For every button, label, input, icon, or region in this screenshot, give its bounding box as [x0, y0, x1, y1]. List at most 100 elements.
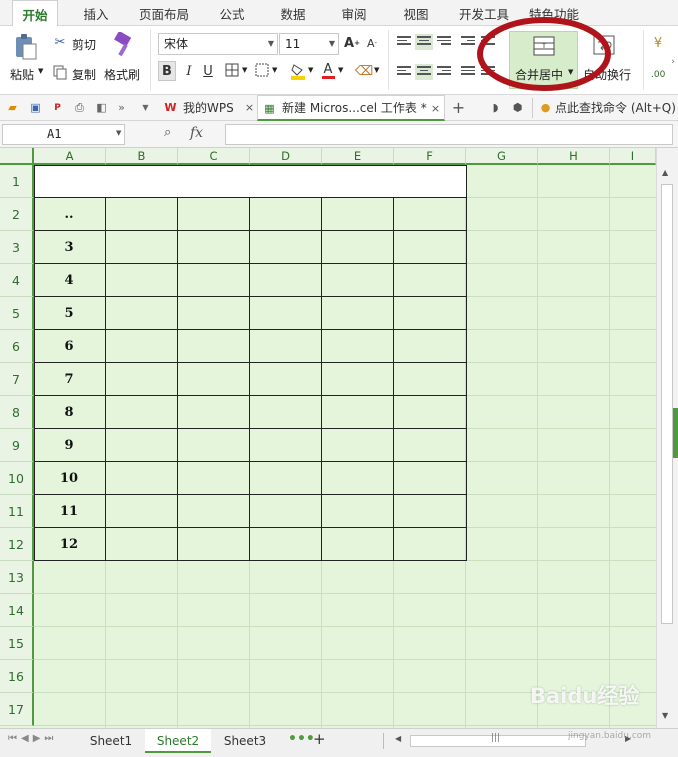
- column-header[interactable]: C: [178, 148, 250, 165]
- format-painter-button[interactable]: 格式刷: [104, 66, 140, 83]
- align-center-icon[interactable]: [415, 64, 433, 80]
- scissors-icon[interactable]: ✂: [52, 34, 68, 50]
- row-header[interactable]: 15: [0, 627, 34, 660]
- sheet-tab-1[interactable]: Sheet1: [80, 729, 142, 753]
- column-header[interactable]: E: [322, 148, 394, 165]
- select-all-corner[interactable]: [0, 148, 34, 165]
- vertical-scrollbar[interactable]: ▲ ▼: [656, 148, 678, 728]
- border-icon[interactable]: [224, 62, 240, 78]
- format-painter-icon[interactable]: [110, 31, 136, 59]
- more-sheets-icon[interactable]: •••: [288, 731, 315, 747]
- column-header[interactable]: A: [34, 148, 106, 165]
- row-header[interactable]: 9: [0, 429, 34, 462]
- paste-dropdown-icon[interactable]: ▼: [38, 67, 43, 75]
- cell-a-value[interactable]: 12: [34, 528, 104, 561]
- align-bottom-icon[interactable]: [437, 36, 451, 48]
- row-header[interactable]: 7: [0, 363, 34, 396]
- align-top-icon[interactable]: [397, 36, 411, 48]
- merge-style-icon[interactable]: [254, 62, 270, 78]
- row-header[interactable]: 17: [0, 693, 34, 726]
- row-header[interactable]: 10: [0, 462, 34, 495]
- cell-a-value[interactable]: 9: [34, 429, 104, 462]
- column-header[interactable]: F: [394, 148, 466, 165]
- fx-icon[interactable]: fx: [190, 125, 203, 141]
- chevron-down-icon[interactable]: ▼: [338, 66, 343, 74]
- row-header[interactable]: 6: [0, 330, 34, 363]
- chevron-down-icon[interactable]: ▼: [374, 66, 379, 74]
- row-header[interactable]: 14: [0, 594, 34, 627]
- row-header[interactable]: 11: [0, 495, 34, 528]
- align-justify-icon[interactable]: [461, 66, 475, 78]
- chevron-down-icon[interactable]: ▼: [242, 66, 247, 74]
- chevron-down-icon[interactable]: ▼: [138, 100, 153, 115]
- align-left-icon[interactable]: [397, 66, 411, 78]
- tab-formula[interactable]: 公式: [214, 0, 250, 26]
- scroll-down-icon[interactable]: ▼: [662, 711, 668, 720]
- column-header[interactable]: G: [466, 148, 538, 165]
- paste-icon[interactable]: [12, 32, 40, 62]
- decrease-indent-icon[interactable]: [461, 36, 475, 48]
- chevron-down-icon[interactable]: ▼: [308, 66, 313, 74]
- merged-cell-a1-f1[interactable]: [34, 165, 467, 198]
- tab-my-wps[interactable]: 我的WPS: [179, 96, 234, 120]
- chevron-down-icon[interactable]: ▼: [272, 66, 277, 74]
- scroll-left-icon[interactable]: ◀: [395, 734, 401, 743]
- column-header[interactable]: I: [610, 148, 656, 165]
- row-header[interactable]: 5: [0, 297, 34, 330]
- print-icon[interactable]: ⎙: [72, 100, 87, 115]
- pdf-icon[interactable]: P: [50, 100, 65, 115]
- cloud-icon[interactable]: ⬢: [510, 100, 525, 115]
- cell-a-value[interactable]: 4: [34, 264, 104, 297]
- clear-format-icon[interactable]: ⌫: [355, 61, 373, 81]
- cell-a-value[interactable]: 10: [34, 462, 104, 495]
- font-color-icon[interactable]: A: [320, 61, 336, 81]
- copy-icon[interactable]: [52, 64, 68, 80]
- back-icon[interactable]: ◗: [488, 100, 503, 115]
- tab-view[interactable]: 视图: [398, 0, 434, 26]
- sheet-nav-icons[interactable]: ⏮◀▶⏭: [8, 733, 57, 744]
- tab-data[interactable]: 数据: [275, 0, 311, 26]
- sheet-grid[interactable]: A B C D E F G H I 1 2 3 4 5 6 7 8 9 10 11 12 13 14 15 16 17.. 3 4 5 6…: [0, 148, 656, 728]
- number-format-icon[interactable]: ¥: [651, 35, 665, 51]
- font-name-dropdown[interactable]: 宋体 ▼: [158, 33, 278, 55]
- column-header[interactable]: D: [250, 148, 322, 165]
- column-header[interactable]: H: [538, 148, 610, 165]
- vertical-scroll-thumb[interactable]: [661, 184, 673, 624]
- decimal-hint[interactable]: .00: [651, 70, 665, 80]
- decrease-font-icon[interactable]: A-: [364, 34, 380, 52]
- sheet-tab-3[interactable]: Sheet3: [214, 729, 276, 753]
- folder-icon[interactable]: ▰: [5, 100, 20, 115]
- row-header[interactable]: 3: [0, 231, 34, 264]
- find-command-search[interactable]: 点此查找命令 (Alt+Q): [551, 96, 676, 120]
- cell-a-value[interactable]: ..: [34, 198, 104, 231]
- add-sheet-icon[interactable]: +: [313, 730, 326, 748]
- row-header[interactable]: 1: [0, 165, 34, 198]
- italic-icon[interactable]: I: [180, 61, 198, 81]
- underline-icon[interactable]: U: [199, 61, 217, 81]
- more-icon[interactable]: »: [114, 100, 129, 115]
- align-right-icon[interactable]: [437, 66, 451, 78]
- row-header[interactable]: 16: [0, 660, 34, 693]
- horizontal-scroll-thumb[interactable]: |||: [410, 733, 586, 747]
- scroll-up-icon[interactable]: ▲: [662, 168, 668, 177]
- cell-a-value[interactable]: 5: [34, 297, 104, 330]
- tab-current-workbook[interactable]: ▦ 新建 Micros...cel 工作表 * ×: [257, 95, 445, 121]
- sheet-tab-2-active[interactable]: Sheet2: [145, 729, 211, 753]
- paste-button[interactable]: 粘贴: [10, 66, 34, 83]
- formula-input[interactable]: [225, 124, 673, 145]
- ribbon-scroll-icon[interactable]: ›: [668, 56, 678, 68]
- preview-icon[interactable]: ◧: [94, 100, 109, 115]
- column-header[interactable]: B: [106, 148, 178, 165]
- row-header[interactable]: 12: [0, 528, 34, 561]
- increase-font-icon[interactable]: A +: [344, 34, 360, 52]
- save-icon[interactable]: ▣: [28, 100, 43, 115]
- close-icon[interactable]: ×: [428, 101, 443, 116]
- tab-home[interactable]: 开始: [12, 0, 58, 27]
- tab-review[interactable]: 审阅: [336, 0, 372, 26]
- cut-button[interactable]: 剪切: [72, 36, 96, 53]
- tab-insert[interactable]: 插入: [78, 0, 114, 26]
- zoom-search-icon[interactable]: ⌕: [164, 125, 180, 143]
- tab-page-layout[interactable]: 页面布局: [134, 0, 194, 26]
- name-box[interactable]: A1: [2, 124, 125, 145]
- row-header[interactable]: 8: [0, 396, 34, 429]
